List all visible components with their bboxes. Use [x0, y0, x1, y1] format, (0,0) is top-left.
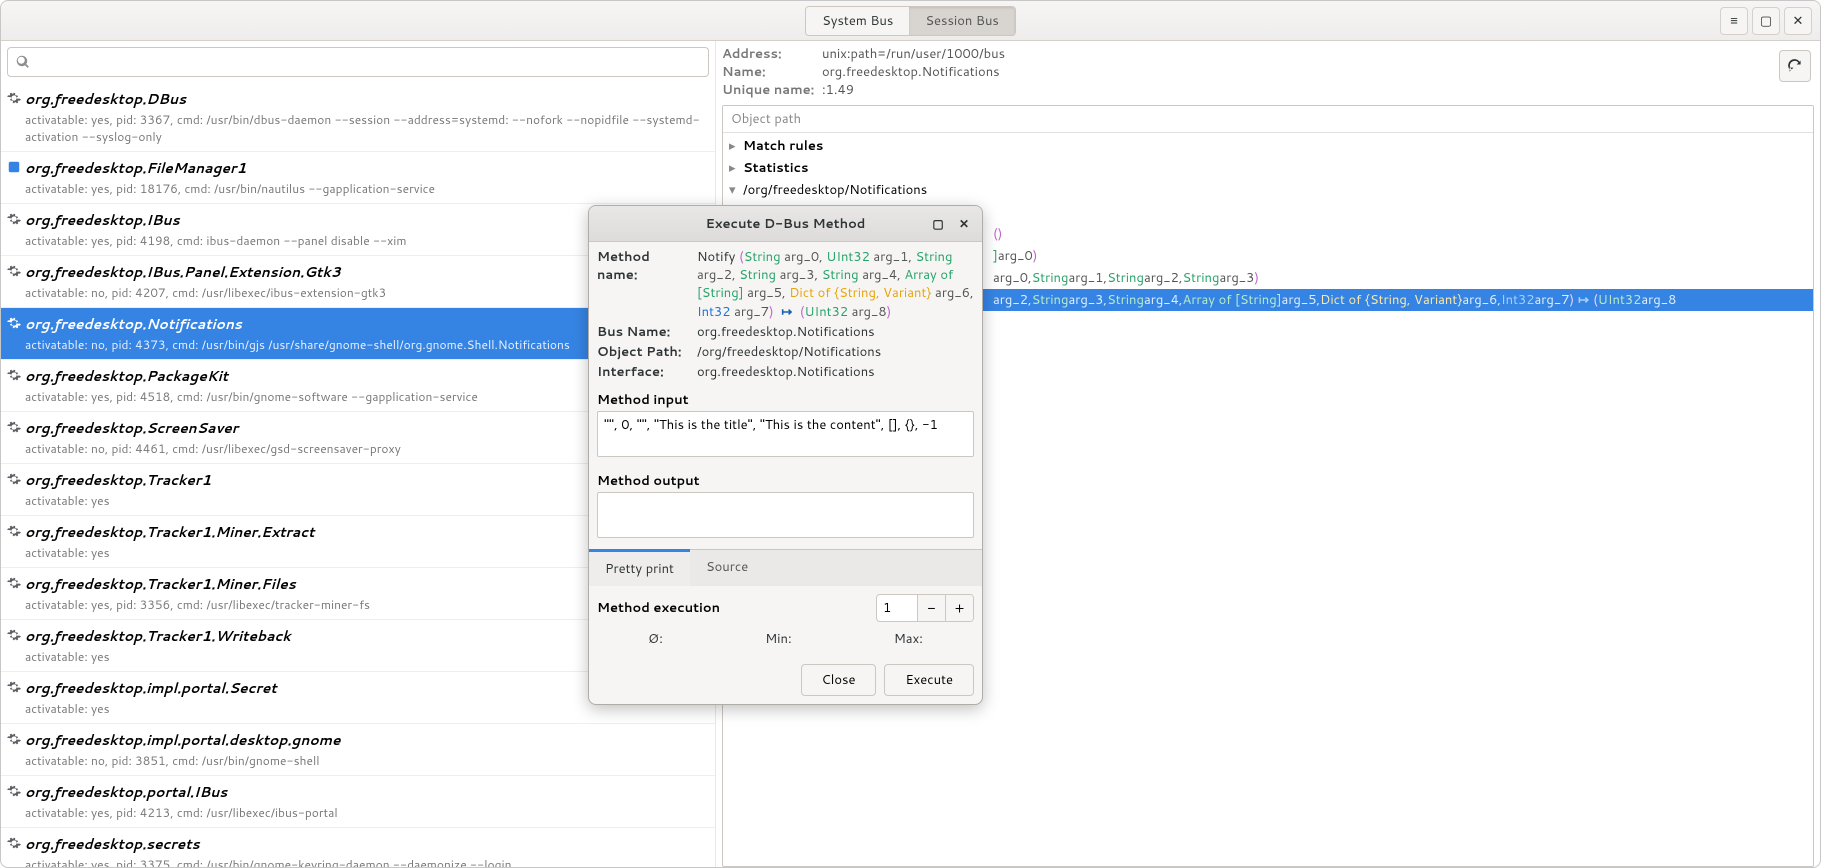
bus-list-item[interactable]: org.freedesktop.impl.portal.desktop.gnom…	[1, 723, 715, 775]
maximize-icon[interactable]: ▢	[1752, 7, 1780, 35]
method-input-textarea[interactable]	[597, 411, 974, 457]
spinner-minus-button[interactable]: −	[917, 595, 945, 621]
dialog-close-icon[interactable]: ✕	[952, 212, 976, 236]
gear-icon	[7, 782, 25, 821]
tab-source[interactable]: Source	[690, 550, 764, 586]
tree-object-path[interactable]: ▾/org/freedesktop/Notifications	[723, 179, 1813, 201]
spinner-plus-button[interactable]: +	[945, 595, 973, 621]
bus-name: org.freedesktop.impl.portal.desktop.gnom…	[25, 730, 707, 750]
bus-subtitle: activatable: yes, pid: 3375, cmd: /usr/b…	[25, 856, 707, 867]
execution-count-input[interactable]	[877, 595, 917, 621]
bus-name: org.freedesktop.portal.IBus	[25, 782, 707, 802]
system-bus-tab[interactable]: System Bus	[806, 7, 909, 35]
bus-subtitle: activatable: yes, pid: 3367, cmd: /usr/b…	[25, 111, 707, 145]
bus-name: org.freedesktop.FileManager1	[25, 158, 707, 178]
titlebar: System Bus Session Bus ≡ ▢ ✕	[1, 1, 1820, 41]
method-execution-label: Method execution	[597, 599, 720, 617]
gear-icon	[7, 626, 25, 665]
gear-icon	[7, 834, 25, 867]
expander-icon: ▸	[729, 159, 741, 177]
stat-min: Min:	[765, 630, 791, 648]
gear-icon	[7, 89, 25, 145]
bus-subtitle: activatable: yes, pid: 18176, cmd: /usr/…	[25, 180, 707, 197]
name-value: org.freedesktop.Notifications	[822, 63, 1000, 81]
method-signature: Notify (String arg_0, UInt32 arg_1, Stri…	[697, 248, 974, 321]
bus-subtitle: activatable: yes, pid: 4213, cmd: /usr/l…	[25, 804, 707, 821]
execute-method-dialog: Execute D-Bus Method ▢ ✕ Method name: No…	[588, 205, 983, 705]
object-path-value: /org/freedesktop/Notifications	[697, 343, 974, 361]
bus-list-item[interactable]: org.freedesktop.secrets activatable: yes,…	[1, 827, 715, 867]
execute-button[interactable]: Execute	[884, 664, 974, 696]
gear-icon	[7, 418, 25, 457]
search-input[interactable]	[7, 47, 709, 77]
gear-icon	[7, 730, 25, 769]
dialog-title-text: Execute D-Bus Method	[706, 215, 866, 233]
tree-statistics[interactable]: ▸Statistics	[723, 157, 1813, 179]
name-label: Name:	[722, 63, 822, 81]
bus-subtitle: activatable: no, pid: 3851, cmd: /usr/bi…	[25, 752, 707, 769]
execution-count-spinner[interactable]: − +	[876, 594, 974, 622]
interface-label: Interface:	[597, 363, 693, 381]
tree-column-header[interactable]: Object path	[723, 106, 1813, 133]
bus-name-value: org.freedesktop.Notifications	[697, 323, 974, 341]
bus-name: org.freedesktop.DBus	[25, 89, 707, 109]
unique-name-label: Unique name:	[722, 81, 822, 99]
refresh-button[interactable]	[1779, 50, 1811, 82]
expander-icon: ▾	[729, 181, 741, 199]
method-output-textarea[interactable]	[597, 492, 974, 538]
tab-pretty-print[interactable]: Pretty print	[589, 549, 690, 586]
bus-list-item[interactable]: org.freedesktop.DBusactivatable: yes, pi…	[1, 83, 715, 151]
interface-value: org.freedesktop.Notifications	[697, 363, 974, 381]
bus-list-item[interactable]: org.freedesktop.FileManager1 activatable:…	[1, 151, 715, 203]
tree-match-rules[interactable]: ▸Match rules	[723, 135, 1813, 157]
execution-stats: Ø: Min: Max:	[589, 630, 982, 656]
object-path-label: Object Path:	[597, 343, 693, 361]
application-icon	[7, 158, 25, 197]
gear-icon	[7, 314, 25, 353]
bus-name-label: Bus Name:	[597, 323, 693, 341]
gear-icon	[7, 470, 25, 509]
gear-icon	[7, 210, 25, 249]
gear-icon	[7, 262, 25, 301]
connection-info: Address:unix:path=/run/user/1000/bus Nam…	[722, 45, 1814, 99]
method-input-label: Method input	[589, 387, 982, 411]
bus-name: org.freedesktop.secrets	[25, 834, 707, 854]
bus-switcher: System Bus Session Bus	[805, 6, 1016, 36]
gear-icon	[7, 678, 25, 717]
stat-avg: Ø:	[648, 630, 663, 648]
dialog-titlebar[interactable]: Execute D-Bus Method ▢ ✕	[589, 206, 982, 242]
dialog-maximize-icon[interactable]: ▢	[926, 212, 950, 236]
gear-icon	[7, 574, 25, 613]
address-label: Address:	[722, 45, 822, 63]
close-icon[interactable]: ✕	[1784, 7, 1812, 35]
bus-list-item[interactable]: org.freedesktop.portal.IBus activatable: …	[1, 775, 715, 827]
method-name-label: Method name:	[597, 248, 693, 321]
gear-icon	[7, 522, 25, 561]
expander-icon: ▸	[729, 137, 741, 155]
search-icon	[16, 55, 30, 69]
hamburger-icon[interactable]: ≡	[1720, 7, 1748, 35]
refresh-icon	[1788, 59, 1802, 73]
close-button[interactable]: Close	[801, 664, 877, 696]
method-output-label: Method output	[589, 468, 982, 492]
output-tabs: Pretty print Source	[589, 549, 982, 586]
stat-max: Max:	[894, 630, 923, 648]
unique-name-value: :1.49	[822, 81, 854, 99]
gear-icon	[7, 366, 25, 405]
address-value: unix:path=/run/user/1000/bus	[822, 45, 1005, 63]
session-bus-tab[interactable]: Session Bus	[909, 7, 1015, 35]
